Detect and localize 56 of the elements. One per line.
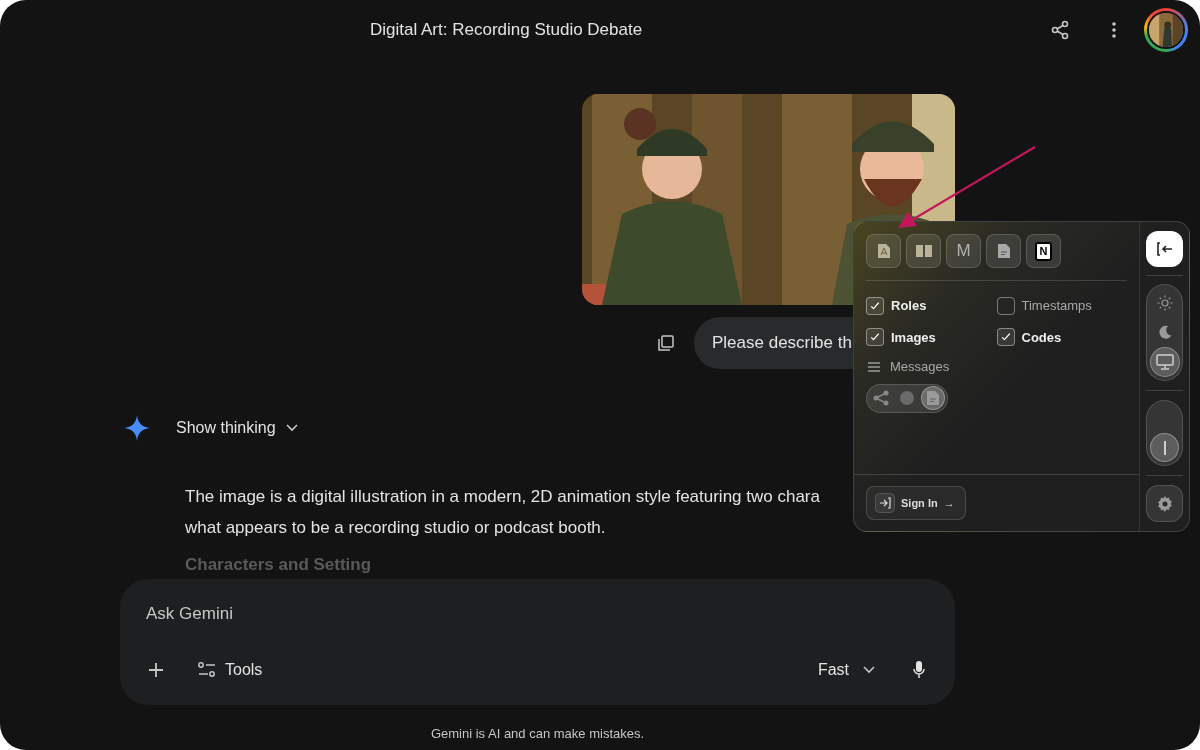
conversation-title: Digital Art: Recording Studio Debate: [370, 19, 643, 42]
prompt-input[interactable]: Ask Gemini: [146, 603, 929, 625]
checkmark-icon: [999, 331, 1012, 344]
share-icon: [1051, 20, 1069, 40]
sun-icon: [1156, 294, 1173, 311]
avatar-button[interactable]: [1144, 8, 1188, 52]
more-icon: [1112, 22, 1116, 38]
gemini-spark-icon: [124, 415, 150, 441]
add-button[interactable]: [146, 660, 166, 680]
tools-button[interactable]: Tools: [198, 658, 263, 682]
export-button[interactable]: [1146, 231, 1183, 267]
exit-icon: [1156, 241, 1173, 257]
checkmark-icon: [869, 299, 881, 312]
option-label: Roles: [891, 297, 927, 315]
settings-icon: [1156, 495, 1173, 512]
copy-icon: [658, 335, 674, 351]
settings-button[interactable]: [1146, 485, 1183, 522]
microphone-icon: [913, 661, 925, 679]
share-icon: [873, 390, 889, 406]
copy-button[interactable]: [656, 333, 676, 353]
sign-in-icon: [875, 493, 895, 513]
pdf-file-icon: [877, 244, 890, 258]
markdown-export-button[interactable]: M: [946, 234, 981, 268]
checkmark-icon: [869, 331, 881, 344]
list-icon: [868, 361, 880, 372]
response-text: The image is a digital illustration in a modern, 2D animation style featuring two chara: [185, 486, 820, 508]
monitor-icon: [1155, 354, 1174, 371]
response-text: what appears to be a recording studio or podcast booth.: [185, 517, 606, 539]
doc-export-button[interactable]: [986, 234, 1021, 268]
chevron-icon: [863, 666, 875, 674]
checkbox[interactable]: [996, 296, 1015, 315]
disclaimer: Gemini is AI and can make mistakes.: [429, 725, 646, 743]
option-label: Timestamps: [1021, 297, 1092, 315]
checkbox[interactable]: [866, 296, 884, 315]
toggle-switch[interactable]: [1146, 400, 1183, 466]
notion-export-button[interactable]: N: [1026, 234, 1061, 268]
sign-in-button[interactable]: Sign In →: [866, 486, 966, 520]
pdf-export-button[interactable]: [866, 234, 901, 268]
reader-export-button[interactable]: [906, 234, 941, 268]
show-thinking-toggle[interactable]: Show thinking: [176, 416, 298, 440]
checkbox[interactable]: [866, 328, 884, 347]
document-icon: [997, 244, 1010, 258]
chevron-icon: [285, 424, 298, 432]
option-label: Images: [891, 328, 936, 347]
checkbox[interactable]: [996, 328, 1015, 347]
circle-icon: [899, 390, 915, 406]
message-style-button[interactable]: [921, 386, 945, 410]
option-label: Codes: [1021, 328, 1062, 347]
moon-icon: [1156, 324, 1173, 341]
document-icon: [927, 391, 939, 405]
plus-icon: [148, 662, 164, 678]
book-icon: [915, 245, 932, 257]
tools-icon: [198, 662, 216, 678]
response-heading: Characters and Setting: [185, 555, 373, 575]
theme-button[interactable]: [1149, 347, 1180, 377]
mode-dropdown[interactable]: Fast: [817, 658, 875, 682]
